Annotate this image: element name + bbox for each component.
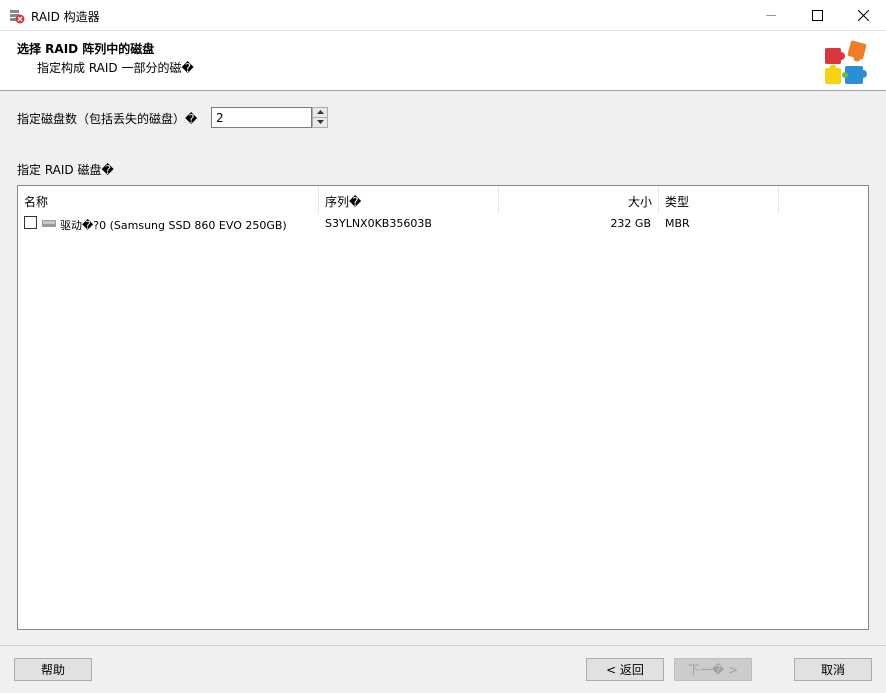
spin-down-button[interactable] bbox=[313, 118, 327, 128]
disk-count-spinner bbox=[312, 107, 328, 128]
maximize-icon bbox=[811, 10, 823, 21]
back-button[interactable]: < 返回 bbox=[586, 658, 664, 681]
title-bar: RAID 构造器 bbox=[0, 0, 886, 31]
arrow-up-icon bbox=[316, 110, 324, 114]
raid-app-icon bbox=[10, 10, 25, 24]
puzzle-logo-icon bbox=[825, 40, 867, 84]
disk-serial: S3YLNX0KB35603B bbox=[325, 217, 432, 230]
wizard-header: 选择 RAID 阵列中的磁盘 指定构成 RAID 一部分的磁� bbox=[0, 31, 886, 91]
disk-count-input[interactable] bbox=[211, 107, 312, 128]
disk-count-label: 指定磁盘数（包括丢失的磁盘）� bbox=[17, 112, 198, 126]
arrow-down-icon bbox=[316, 120, 324, 124]
column-header-serial[interactable]: 序列� bbox=[319, 186, 499, 213]
raid-disks-label: 指定 RAID 磁盘� bbox=[17, 163, 114, 177]
column-header-size[interactable]: 大小 bbox=[499, 186, 659, 213]
disk-type: MBR bbox=[665, 217, 690, 230]
disk-name: 驱动�?0 (Samsung SSD 860 EVO 250GB) bbox=[60, 219, 287, 232]
close-button[interactable] bbox=[840, 0, 886, 31]
disk-size: 232 GB bbox=[610, 217, 651, 230]
disk-list[interactable]: 名称 序列� 大小 类型 驱动�?0 (Samsung SSD 860 EVO … bbox=[17, 185, 869, 630]
help-button[interactable]: 帮助 bbox=[14, 658, 92, 681]
page-subtitle: 指定构成 RAID 一部分的磁� bbox=[37, 61, 194, 75]
page-title: 选择 RAID 阵列中的磁盘 bbox=[17, 42, 155, 56]
column-header-name[interactable]: 名称 bbox=[18, 186, 319, 213]
disk-checkbox[interactable] bbox=[24, 216, 37, 229]
table-row[interactable]: 驱动�?0 (Samsung SSD 860 EVO 250GB) S3YLNX… bbox=[18, 213, 868, 233]
minimize-button[interactable] bbox=[748, 0, 794, 31]
close-icon bbox=[857, 10, 869, 21]
window-title: RAID 构造器 bbox=[31, 10, 100, 24]
list-header: 名称 序列� 大小 类型 bbox=[18, 186, 868, 213]
footer-divider bbox=[0, 645, 886, 646]
next-button[interactable]: 下一� > bbox=[674, 658, 752, 681]
minimize-icon bbox=[765, 15, 776, 16]
drive-icon bbox=[42, 220, 56, 227]
spin-up-button[interactable] bbox=[313, 108, 327, 118]
cancel-button[interactable]: 取消 bbox=[794, 658, 872, 681]
maximize-button[interactable] bbox=[794, 0, 840, 31]
column-header-type[interactable]: 类型 bbox=[659, 186, 779, 213]
